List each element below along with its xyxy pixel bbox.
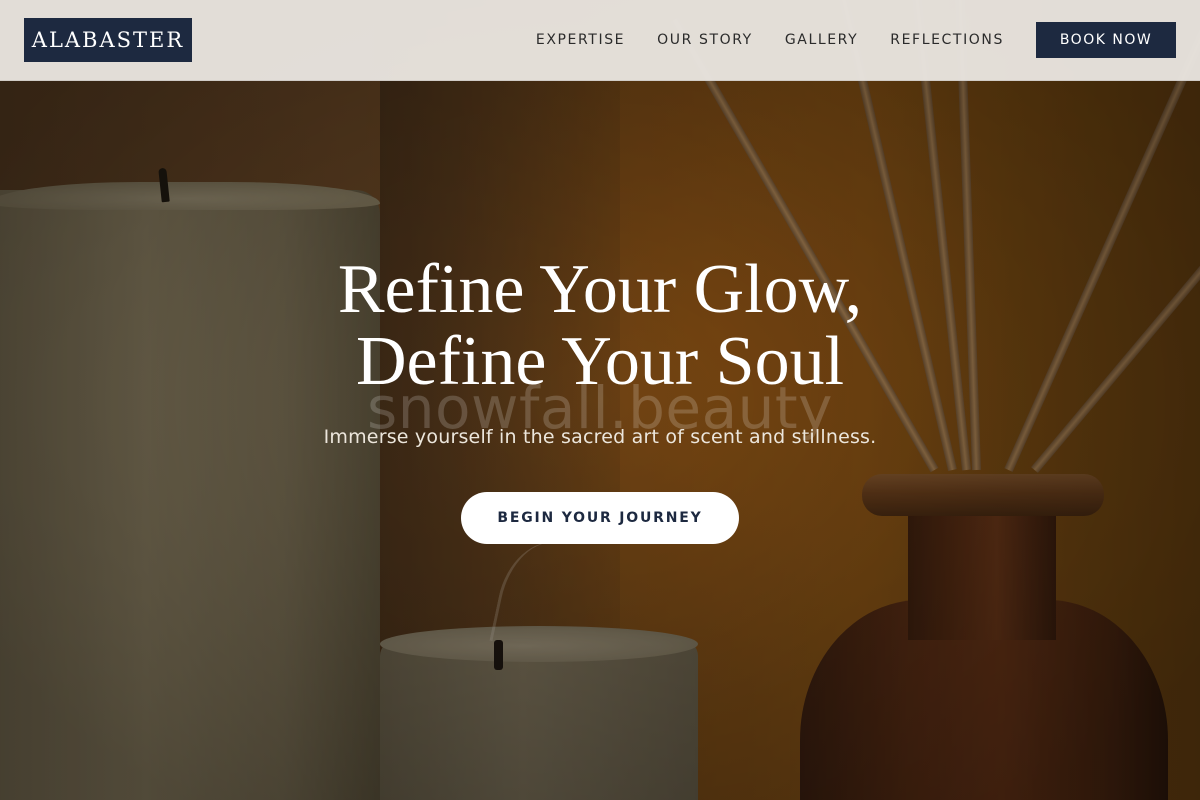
nav-link-gallery[interactable]: GALLERY: [785, 32, 858, 48]
hero-subtitle: Immerse yourself in the sacred art of sc…: [323, 426, 877, 448]
brand-logo[interactable]: ALABASTER: [24, 18, 192, 62]
nav-link-expertise[interactable]: EXPERTISE: [536, 32, 625, 48]
begin-journey-button[interactable]: BEGIN YOUR JOURNEY: [461, 492, 739, 544]
top-navigation-bar: ALABASTER EXPERTISE OUR STORY GALLERY RE…: [0, 0, 1200, 81]
main-nav-links: EXPERTISE OUR STORY GALLERY REFLECTIONS: [536, 22, 1004, 58]
book-now-button[interactable]: BOOK NOW: [1036, 22, 1176, 58]
nav-link-our-story[interactable]: OUR STORY: [657, 32, 753, 48]
hero-headline-line-1: Refine Your Glow,: [337, 251, 863, 328]
nav-link-reflections[interactable]: REFLECTIONS: [890, 32, 1004, 48]
